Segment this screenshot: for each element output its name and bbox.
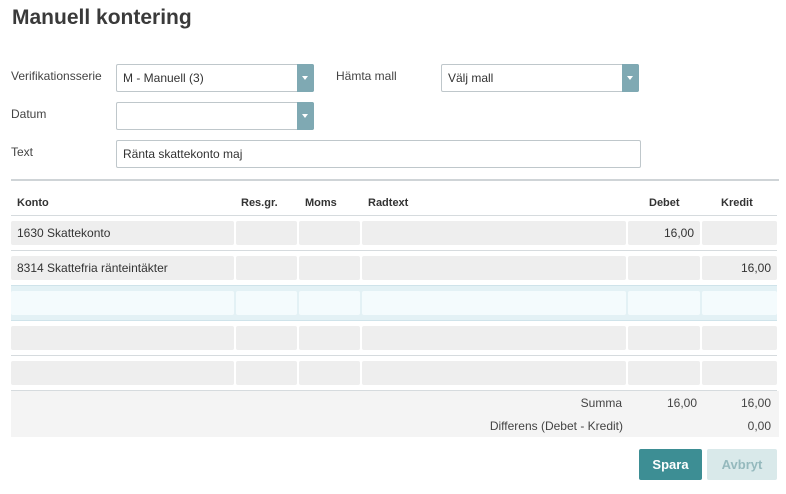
kredit-cell[interactable] (702, 291, 777, 315)
konto-cell[interactable] (11, 326, 234, 350)
konto-cell[interactable]: 8314 Skattefria ränteintäkter (11, 256, 234, 280)
column-header-kredit: Kredit (721, 197, 753, 209)
radtext-cell[interactable] (362, 326, 626, 350)
text-label: Text (11, 145, 34, 159)
template-select[interactable]: Välj mall (441, 64, 639, 92)
chevron-down-icon[interactable] (622, 64, 639, 92)
resgr-cell[interactable] (236, 221, 297, 245)
moms-cell[interactable] (299, 291, 360, 315)
series-label: Verifikationsserie (11, 69, 102, 83)
moms-cell[interactable] (299, 256, 360, 280)
moms-cell[interactable] (299, 221, 360, 245)
save-button[interactable]: Spara (639, 449, 702, 480)
debet-cell[interactable] (628, 326, 700, 350)
moms-cell[interactable] (299, 361, 360, 385)
text-input[interactable] (117, 141, 640, 167)
konto-value: 8314 Skattefria ränteintäkter (17, 261, 168, 275)
differens-label: Differens (Debet - Kredit) (489, 419, 623, 433)
divider (11, 179, 779, 181)
resgr-cell[interactable] (236, 326, 297, 350)
debet-cell[interactable]: 16,00 (628, 221, 700, 245)
cancel-button[interactable]: Avbryt (707, 449, 777, 480)
template-select-value: Välj mall (448, 71, 494, 85)
row-divider (11, 355, 777, 356)
moms-cell[interactable] (299, 326, 360, 350)
radtext-cell[interactable] (362, 291, 626, 315)
page-title: Manuell kontering (12, 6, 192, 29)
kredit-cell[interactable] (702, 326, 777, 350)
summa-debet: 16,00 (666, 396, 697, 410)
differens-value: 0,00 (747, 419, 771, 433)
column-header-resgr: Res.gr. (241, 197, 278, 209)
date-label: Datum (11, 107, 47, 121)
debet-cell[interactable] (628, 256, 700, 280)
date-select[interactable] (116, 102, 314, 130)
konto-cell[interactable] (11, 291, 234, 315)
radtext-cell[interactable] (362, 221, 626, 245)
konto-value: 1630 Skattekonto (17, 226, 111, 240)
chevron-down-icon[interactable] (297, 102, 314, 130)
resgr-cell[interactable] (236, 361, 297, 385)
text-field[interactable] (116, 140, 641, 168)
resgr-cell[interactable] (236, 291, 297, 315)
konto-cell[interactable]: 1630 Skattekonto (11, 221, 234, 245)
column-header-radtext: Radtext (368, 197, 409, 209)
kredit-cell[interactable] (702, 361, 777, 385)
template-label: Hämta mall (336, 69, 397, 83)
column-header-moms: Moms (305, 197, 337, 209)
radtext-cell[interactable] (362, 361, 626, 385)
debet-cell[interactable] (628, 361, 700, 385)
resgr-cell[interactable] (236, 256, 297, 280)
series-select[interactable]: M - Manuell (3) (116, 64, 314, 92)
debet-value: 16,00 (663, 226, 694, 240)
column-header-debet: Debet (649, 197, 680, 209)
debet-cell[interactable] (628, 291, 700, 315)
chevron-down-icon[interactable] (297, 64, 314, 92)
row-divider (11, 285, 777, 286)
kredit-value: 16,00 (740, 261, 771, 275)
radtext-cell[interactable] (362, 256, 626, 280)
series-select-value: M - Manuell (3) (123, 71, 204, 85)
row-divider (11, 215, 777, 216)
konto-cell[interactable] (11, 361, 234, 385)
summa-label: Summa (580, 396, 622, 410)
row-divider (11, 250, 777, 251)
row-divider (11, 320, 777, 321)
column-header-konto: Konto (17, 197, 49, 209)
kredit-cell[interactable]: 16,00 (702, 256, 777, 280)
kredit-cell[interactable] (702, 221, 777, 245)
summa-kredit: 16,00 (740, 396, 771, 410)
totals-footer (11, 391, 779, 437)
